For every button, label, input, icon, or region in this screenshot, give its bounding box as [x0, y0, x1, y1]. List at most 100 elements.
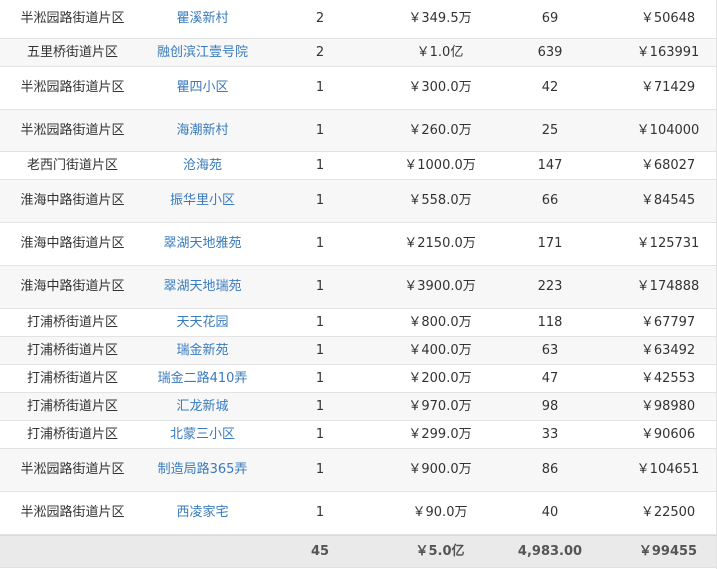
table-row: 半淞园路街道片区 瞿溪新村 2 ￥349.5万 69 ￥50648 — [0, 0, 716, 39]
table-row: 淮海中路街道片区 振华里小区 1 ￥558.0万 66 ￥84545 — [0, 180, 716, 223]
floor-area-cell: 47 — [541, 370, 559, 386]
total-price-cell: ￥800.0万 — [408, 314, 472, 330]
totals-row: 45 ￥5.0亿 4,983.00 ￥99455 — [0, 535, 716, 568]
community-link[interactable]: 沧海苑 — [183, 158, 222, 173]
community-link[interactable]: 瞿四小区 — [176, 80, 228, 95]
community-cell[interactable]: 西凌家宅 — [145, 503, 260, 523]
community-cell[interactable]: 北蒙三小区 — [145, 425, 260, 445]
listing-count-cell: 1 — [315, 80, 325, 95]
unit-price-cell: ￥90606 — [640, 426, 696, 442]
total-price-cell: ￥970.0万 — [408, 398, 472, 414]
total-price-cell: ￥260.0万 — [408, 122, 472, 138]
community-link[interactable]: 融创滨江壹号院 — [157, 45, 248, 60]
unit-price-cell: ￥50648 — [640, 11, 696, 26]
district-cell: 淮海中路街道片区 — [20, 193, 125, 208]
community-link[interactable]: 瞿溪新村 — [176, 11, 228, 26]
table-row: 淮海中路街道片区 翠湖天地雅苑 1 ￥2150.0万 171 ￥125731 — [0, 223, 716, 266]
floor-area-cell: 40 — [541, 505, 559, 520]
community-cell[interactable]: 瞿四小区 — [145, 78, 260, 98]
unit-price-cell: ￥22500 — [640, 505, 696, 520]
listing-count-cell: 1 — [315, 236, 325, 251]
listing-count-cell: 1 — [315, 426, 325, 442]
floor-area-cell: 42 — [541, 80, 559, 95]
unit-price-cell: ￥63492 — [640, 342, 696, 358]
total-price-cell: ￥558.0万 — [408, 193, 472, 208]
unit-price-cell: ￥68027 — [640, 157, 696, 173]
table-row: 半淞园路街道片区 海潮新村 1 ￥260.0万 25 ￥104000 — [0, 110, 716, 152]
total-price-cell: ￥400.0万 — [408, 342, 472, 358]
total-price-cell: ￥90.0万 — [412, 505, 468, 520]
unit-price-cell: ￥104000 — [636, 122, 700, 138]
table-row: 半淞园路街道片区 制造局路365弄 1 ￥900.0万 86 ￥104651 — [0, 449, 716, 492]
floor-area-cell: 25 — [541, 122, 559, 138]
unit-price-cell: ￥104651 — [636, 462, 700, 477]
community-link[interactable]: 翠湖天地瑞苑 — [163, 279, 241, 294]
total-price-cell: ￥349.5万 — [408, 11, 472, 26]
community-cell[interactable]: 翠湖天地瑞苑 — [145, 277, 260, 297]
district-cell: 半淞园路街道片区 — [20, 122, 125, 138]
table-row: 五里桥街道片区 融创滨江壹号院 2 ￥1.0亿 639 ￥163991 — [0, 39, 716, 67]
district-cell: 半淞园路街道片区 — [20, 11, 125, 26]
table-row: 打浦桥街道片区 天天花园 1 ￥800.0万 118 ￥67797 — [0, 309, 716, 337]
listing-count-cell: 1 — [315, 370, 325, 386]
community-link[interactable]: 制造局路365弄 — [158, 462, 248, 477]
listing-table: 半淞园路街道片区 瞿溪新村 2 ￥349.5万 69 ￥50648 五里桥街道片区 融创滨江壹… — [0, 0, 717, 569]
community-link[interactable]: 瑞金新苑 — [176, 343, 228, 358]
floor-area-cell: 63 — [541, 342, 559, 358]
total-price-cell: ￥300.0万 — [408, 80, 472, 95]
community-cell[interactable]: 翠湖天地雅苑 — [145, 234, 260, 254]
community-cell[interactable]: 瑞金二路410弄 — [145, 369, 260, 389]
listing-count-cell: 2 — [315, 11, 325, 26]
community-link[interactable]: 翠湖天地雅苑 — [163, 236, 241, 251]
listing-count-cell: 1 — [315, 314, 325, 330]
community-cell[interactable]: 瞿溪新村 — [145, 9, 260, 29]
community-cell[interactable]: 瑞金新苑 — [145, 341, 260, 361]
district-cell: 打浦桥街道片区 — [26, 314, 118, 330]
total-count-cell: 45 — [310, 543, 330, 559]
table-row: 老西门街道片区 沧海苑 1 ￥1000.0万 147 ￥68027 — [0, 152, 716, 180]
community-link[interactable]: 汇龙新城 — [176, 399, 228, 414]
district-cell: 打浦桥街道片区 — [26, 342, 118, 358]
community-link[interactable]: 振华里小区 — [170, 193, 235, 208]
table-row: 打浦桥街道片区 瑞金二路410弄 1 ￥200.0万 47 ￥42553 — [0, 365, 716, 393]
community-cell[interactable]: 融创滨江壹号院 — [145, 43, 260, 63]
community-cell[interactable]: 海潮新村 — [145, 121, 260, 141]
community-link[interactable]: 海潮新村 — [176, 123, 228, 138]
listing-count-cell: 1 — [315, 505, 325, 520]
table-row: 打浦桥街道片区 北蒙三小区 1 ￥299.0万 33 ￥90606 — [0, 421, 716, 449]
floor-area-cell: 98 — [541, 398, 559, 414]
community-cell[interactable]: 沧海苑 — [145, 156, 260, 176]
total-price-cell: ￥299.0万 — [408, 426, 472, 442]
district-cell: 半淞园路街道片区 — [20, 462, 125, 477]
district-cell: 打浦桥街道片区 — [26, 370, 118, 386]
table-row: 半淞园路街道片区 西凌家宅 1 ￥90.0万 40 ￥22500 — [0, 492, 716, 535]
average-unit-price-cell: ￥99455 — [638, 543, 698, 559]
community-link[interactable]: 天天花园 — [176, 315, 228, 330]
community-cell[interactable]: 振华里小区 — [145, 191, 260, 211]
community-cell[interactable]: 汇龙新城 — [145, 397, 260, 417]
district-cell: 打浦桥街道片区 — [26, 426, 118, 442]
total-area-cell: 4,983.00 — [517, 543, 583, 559]
table-row: 淮海中路街道片区 翠湖天地瑞苑 1 ￥3900.0万 223 ￥174888 — [0, 266, 716, 309]
floor-area-cell: 33 — [541, 426, 559, 442]
unit-price-cell: ￥174888 — [636, 279, 700, 294]
community-cell[interactable]: 制造局路365弄 — [145, 460, 260, 480]
listing-count-cell: 1 — [315, 193, 325, 208]
floor-area-cell: 147 — [537, 157, 563, 173]
listing-count-cell: 2 — [315, 44, 325, 60]
unit-price-cell: ￥42553 — [640, 370, 696, 386]
district-cell: 打浦桥街道片区 — [26, 398, 118, 414]
floor-area-cell: 639 — [537, 44, 563, 60]
unit-price-cell: ￥125731 — [636, 236, 700, 251]
community-link[interactable]: 西凌家宅 — [176, 505, 228, 520]
community-link[interactable]: 瑞金二路410弄 — [158, 371, 248, 386]
community-link[interactable]: 北蒙三小区 — [170, 427, 235, 442]
listing-count-cell: 1 — [315, 157, 325, 173]
unit-price-cell: ￥67797 — [640, 314, 696, 330]
district-cell: 淮海中路街道片区 — [20, 279, 125, 294]
total-price-cell: ￥1000.0万 — [404, 157, 476, 173]
total-price-cell: ￥200.0万 — [408, 370, 472, 386]
community-cell[interactable]: 天天花园 — [145, 313, 260, 333]
district-cell: 半淞园路街道片区 — [20, 80, 125, 95]
total-price-cell: ￥1.0亿 — [416, 44, 464, 60]
